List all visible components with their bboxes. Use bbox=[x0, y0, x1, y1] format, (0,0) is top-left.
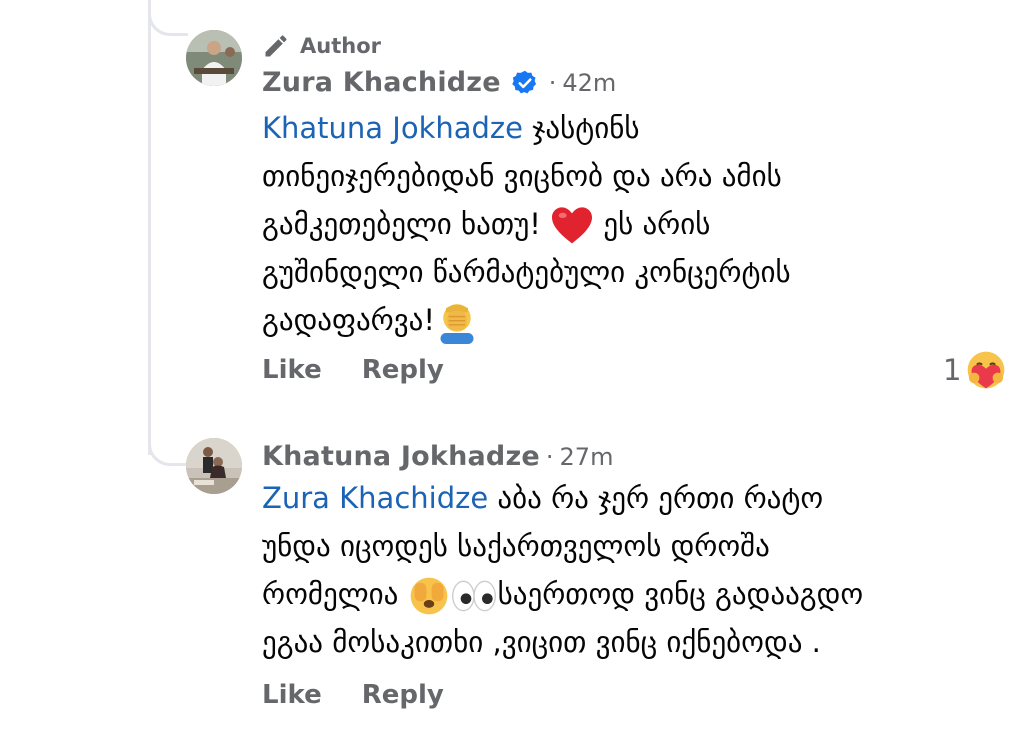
thread-connector-curve bbox=[148, 430, 188, 466]
comment-text-line: აბა რა ჯერ ერთი რატო bbox=[488, 481, 824, 515]
verified-badge-icon bbox=[512, 70, 536, 93]
comment-text-line: საერთოდ ვინც გადააგდო bbox=[497, 577, 864, 611]
comment-text-line: ეგაა მოსაკითხი ,ვიცით ვინც იქნებოდა . bbox=[262, 625, 821, 659]
separator-dot: · bbox=[545, 442, 554, 471]
comment-body: Khatuna Jokhadze ჯასტინს თინეიჯერებიდან … bbox=[262, 104, 791, 344]
comment-header: Khatuna Jokhadze · 27m bbox=[262, 441, 613, 472]
mention-link[interactable]: Khatuna Jokhadze bbox=[262, 111, 523, 145]
comment-text-line: ჯასტინს bbox=[523, 111, 640, 145]
care-reaction-icon bbox=[968, 351, 1005, 389]
eyes-emoji-icon bbox=[451, 580, 496, 612]
comment-text-line: უნდა იცოდეს საქართველოს დროშა bbox=[262, 529, 770, 563]
face-with-hand-over-eyes-emoji-icon bbox=[410, 577, 447, 615]
mention-link[interactable]: Zura Khachidze bbox=[262, 481, 488, 515]
red-heart-icon bbox=[552, 207, 593, 244]
comment-text-line: თინეიჯერებიდან ვიცნობ და არა ამის bbox=[262, 159, 782, 193]
commenter-name[interactable]: Zura Khachidze bbox=[262, 67, 501, 98]
pencil-icon bbox=[265, 35, 287, 57]
comment-text-line: გადაფარვა! bbox=[262, 303, 435, 337]
commenter-name[interactable]: Khatuna Jokhadze bbox=[262, 441, 540, 472]
separator-dot: · bbox=[548, 68, 557, 97]
thread-connector-line bbox=[148, 0, 151, 455]
author-badge-label: Author bbox=[300, 34, 381, 58]
reaction-summary[interactable]: 1 bbox=[943, 349, 1007, 391]
timestamp[interactable]: 42m bbox=[562, 69, 616, 97]
timestamp[interactable]: 27m bbox=[560, 443, 614, 471]
thread-connector-curve bbox=[148, 0, 188, 36]
author-badge: Author bbox=[262, 32, 381, 60]
comment-actions: Like Reply bbox=[262, 355, 444, 385]
comment-text-line: გამკეთებელი ხათუ! bbox=[262, 207, 551, 241]
avatar[interactable] bbox=[186, 438, 242, 494]
comment-text-line: გუშინდელი წარმატებული კონცერტის bbox=[262, 255, 791, 289]
facepalm-emoji-icon bbox=[440, 304, 474, 344]
like-button[interactable]: Like bbox=[262, 680, 322, 710]
reaction-count: 1 bbox=[943, 353, 962, 387]
reply-button[interactable]: Reply bbox=[362, 680, 444, 710]
like-button[interactable]: Like bbox=[262, 355, 322, 385]
comment-actions: Like Reply bbox=[262, 680, 444, 710]
reply-button[interactable]: Reply bbox=[362, 355, 444, 385]
comment-header: Zura Khachidze · 42m bbox=[262, 67, 616, 98]
comment-body: Zura Khachidze აბა რა ჯერ ერთი რატო უნდა… bbox=[262, 474, 863, 666]
comment-text-line: რომელია bbox=[262, 577, 408, 611]
avatar[interactable] bbox=[186, 30, 242, 86]
comment-text-line: ეს არის bbox=[594, 207, 711, 241]
